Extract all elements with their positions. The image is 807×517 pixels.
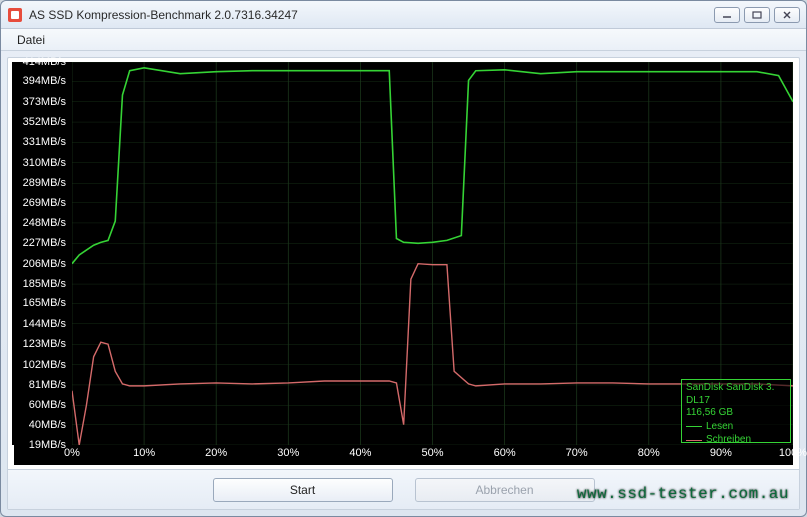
- x-tick-label: 0%: [64, 447, 80, 459]
- legend-device: SanDisk SanDisk 3.: [686, 382, 786, 395]
- x-tick-label: 20%: [205, 447, 227, 459]
- legend-capacity: 116,56 GB: [686, 407, 786, 420]
- maximize-button[interactable]: [744, 7, 770, 23]
- y-tick-label: 165MB/s: [23, 297, 66, 309]
- legend-firmware: DL17: [686, 395, 786, 408]
- legend-read-label: Lesen: [706, 421, 733, 434]
- app-icon: [7, 7, 23, 23]
- y-tick-label: 331MB/s: [23, 136, 66, 148]
- y-tick-label: 248MB/s: [23, 217, 66, 229]
- y-tick-label: 144MB/s: [23, 318, 66, 330]
- titlebar: AS SSD Kompression-Benchmark 2.0.7316.34…: [1, 1, 806, 29]
- menu-file[interactable]: Datei: [9, 31, 53, 49]
- y-tick-label: 60MB/s: [29, 399, 66, 411]
- y-tick-label: 123MB/s: [23, 338, 66, 350]
- button-bar: Start Abbrechen: [8, 469, 799, 509]
- y-tick-label: 19MB/s: [29, 439, 66, 451]
- y-tick-label: 227MB/s: [23, 237, 66, 249]
- plot: SanDisk SanDisk 3. DL17 116,56 GB Lesen …: [72, 62, 793, 445]
- y-tick-label: 185MB/s: [23, 278, 66, 290]
- x-tick-label: 40%: [349, 447, 371, 459]
- start-button[interactable]: Start: [213, 478, 393, 502]
- window-controls: [714, 7, 800, 23]
- legend-read-swatch: [686, 426, 702, 427]
- x-tick-label: 30%: [277, 447, 299, 459]
- y-tick-label: 289MB/s: [23, 177, 66, 189]
- window-title: AS SSD Kompression-Benchmark 2.0.7316.34…: [29, 8, 714, 22]
- y-tick-label: 373MB/s: [23, 96, 66, 108]
- close-button[interactable]: [774, 7, 800, 23]
- legend-box: SanDisk SanDisk 3. DL17 116,56 GB Lesen …: [681, 379, 791, 443]
- y-tick-label: 40MB/s: [29, 419, 66, 431]
- minimize-button[interactable]: [714, 7, 740, 23]
- x-axis: 0%10%20%30%40%50%60%70%80%90%100%: [72, 445, 793, 465]
- y-tick-label: 414MB/s: [23, 56, 66, 68]
- cancel-button[interactable]: Abbrechen: [415, 478, 595, 502]
- legend-read-row: Lesen: [686, 421, 786, 434]
- y-tick-label: 310MB/s: [23, 157, 66, 169]
- y-axis: 414MB/s394MB/s373MB/s352MB/s331MB/s310MB…: [12, 62, 70, 445]
- x-tick-label: 70%: [566, 447, 588, 459]
- x-tick-label: 90%: [710, 447, 732, 459]
- app-window: AS SSD Kompression-Benchmark 2.0.7316.34…: [0, 0, 807, 517]
- menubar: Datei: [1, 29, 806, 51]
- chart-area: 414MB/s394MB/s373MB/s352MB/s331MB/s310MB…: [14, 62, 793, 465]
- y-tick-label: 352MB/s: [23, 116, 66, 128]
- y-tick-label: 102MB/s: [23, 359, 66, 371]
- x-tick-label: 100%: [779, 447, 807, 459]
- x-tick-label: 50%: [421, 447, 443, 459]
- y-tick-label: 81MB/s: [29, 379, 66, 391]
- x-tick-label: 10%: [133, 447, 155, 459]
- content-panel: 414MB/s 394MB/s 373MB/s 352MB/s 331MB/s 310MB…: [7, 57, 800, 510]
- x-tick-label: 80%: [638, 447, 660, 459]
- y-tick-label: 394MB/s: [23, 75, 66, 87]
- legend-write-swatch: [686, 440, 702, 441]
- x-tick-label: 60%: [494, 447, 516, 459]
- y-tick-label: 269MB/s: [23, 197, 66, 209]
- y-tick-label: 206MB/s: [23, 258, 66, 270]
